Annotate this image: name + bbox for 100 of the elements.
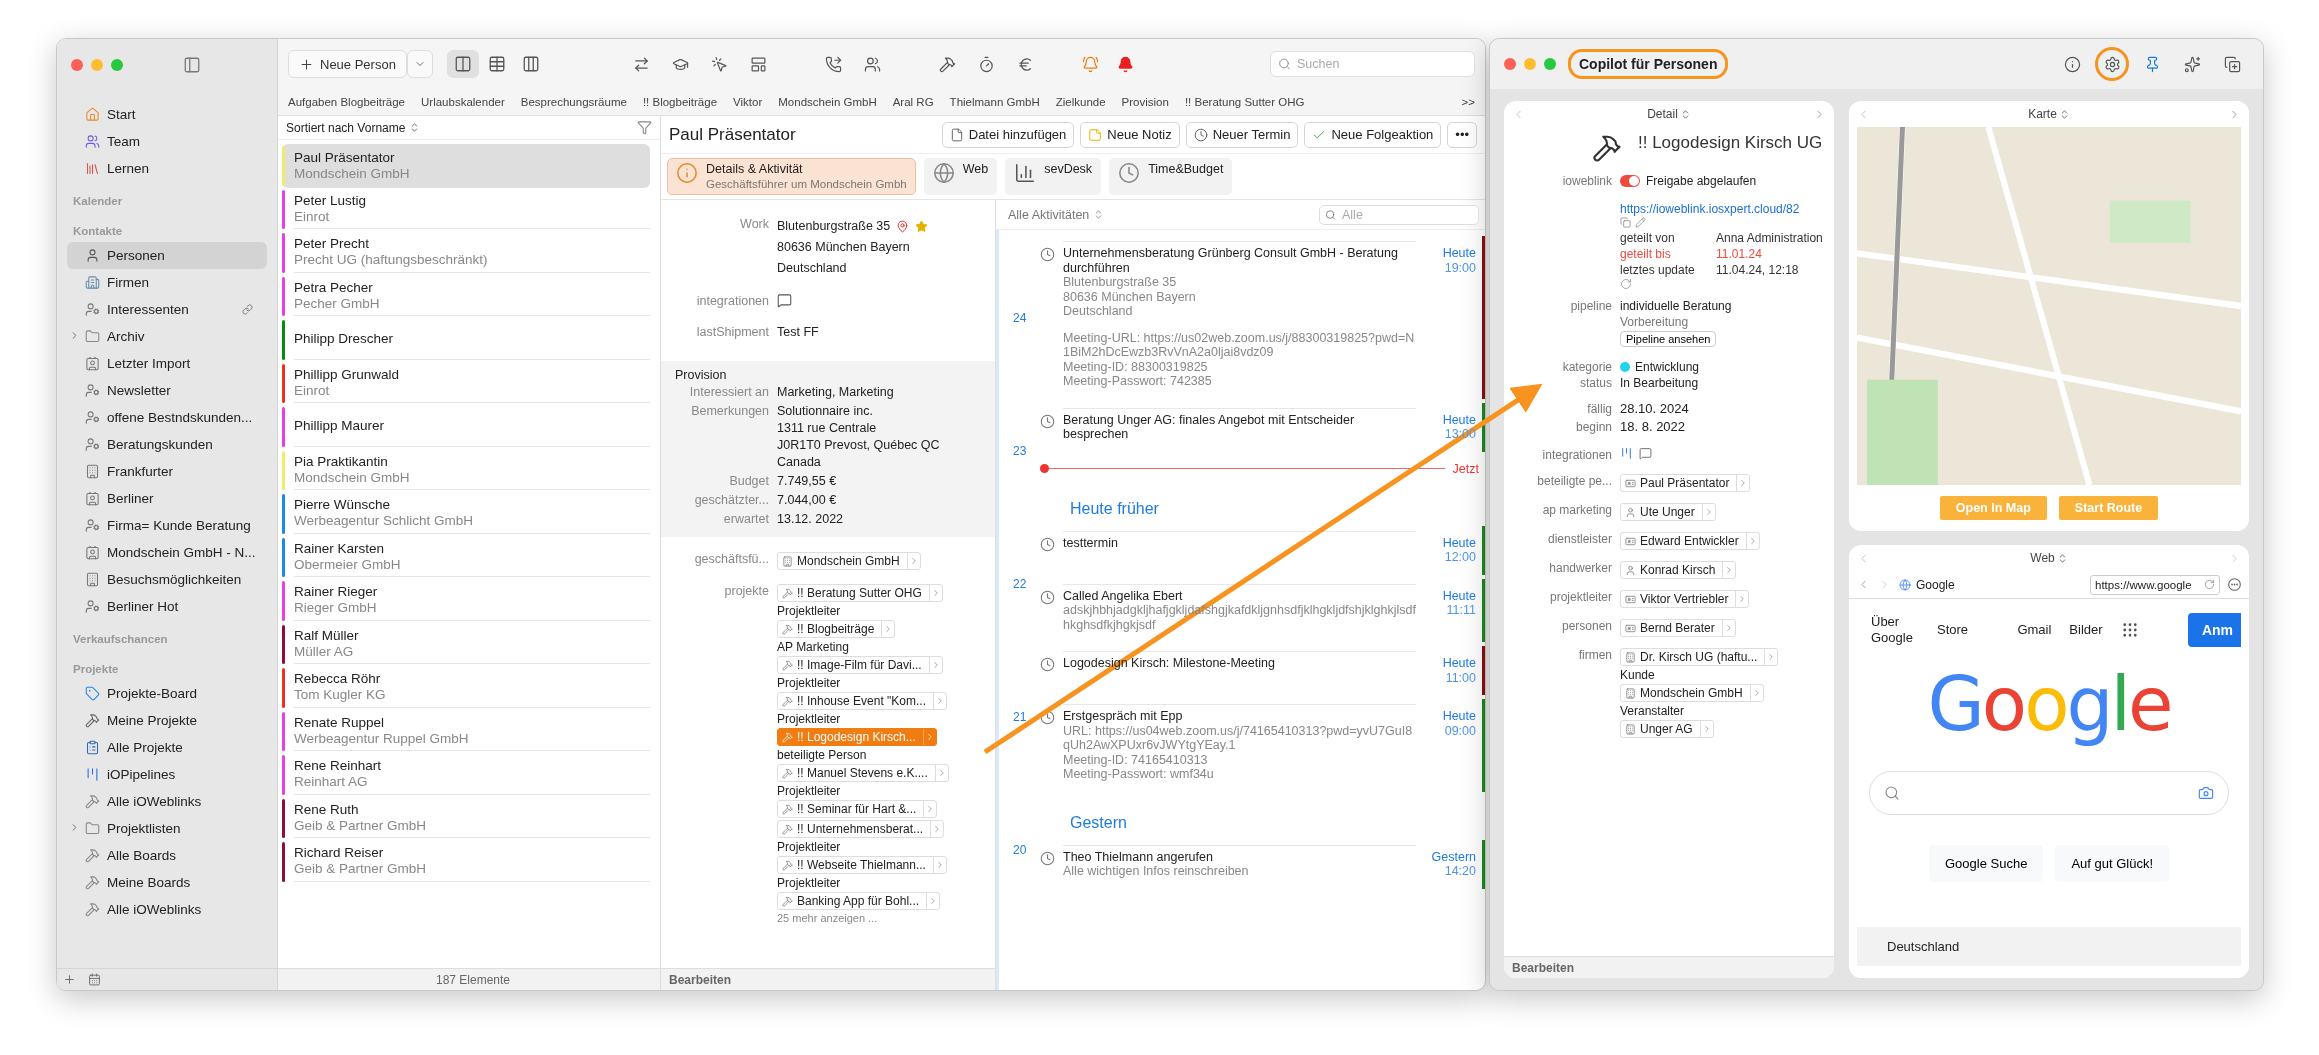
sidebar-item[interactable]: Projekte-Board [67, 680, 267, 707]
toolbar-button[interactable] [2095, 47, 2129, 81]
favorite-link[interactable]: Provision [1121, 96, 1169, 108]
more-icon[interactable] [2228, 578, 2241, 591]
link-chip[interactable]: !! Beratung Sutter OHG [777, 584, 943, 602]
sidebar-item[interactable]: Alle Boards [67, 842, 267, 869]
contact-row[interactable]: Rene Ruth Geib & Partner GmbH [282, 796, 650, 840]
sidebar-item[interactable]: Berliner Hot [67, 593, 267, 620]
activity-search-field[interactable]: Alle [1319, 204, 1479, 225]
action-button[interactable]: Neue Notiz [1080, 121, 1180, 148]
link-chip[interactable]: Mondschein GmbH [777, 552, 921, 570]
close-button[interactable] [1504, 58, 1516, 70]
sidebar-item[interactable]: Beratungskunden [67, 431, 267, 458]
toggle-switch[interactable] [1620, 175, 1640, 187]
action-button[interactable]: ••• [1447, 121, 1477, 148]
link-chip[interactable]: Mondschein GmbH [1620, 684, 1764, 702]
web-link[interactable]: Store [1937, 622, 1969, 638]
contact-row[interactable]: Petra Pecher Pecher GmbH [282, 274, 650, 318]
contact-row[interactable]: Rainer Karsten Obermeier GmbH [282, 535, 650, 579]
web-link[interactable]: Über Google [1871, 614, 1919, 646]
sidebar-item[interactable]: Start [67, 101, 267, 128]
sidebar-item[interactable]: Lernen [67, 155, 267, 182]
contact-row[interactable]: Ralf Müller Müller AG [282, 622, 650, 666]
sidebar-item[interactable]: Mondschein GmbH - N... [67, 539, 267, 566]
sidebar-item[interactable]: Frankfurter [67, 458, 267, 485]
web-button[interactable]: Google Suche [1928, 845, 2044, 882]
sidebar-item[interactable]: iOPipelines [67, 761, 267, 788]
sidebar-item[interactable]: Firmen [67, 269, 267, 296]
favorite-link[interactable]: Viktor [733, 96, 763, 108]
link-chip[interactable]: Viktor Vertriebler [1620, 590, 1750, 608]
contact-row[interactable]: Paul Präsentator Mondschein GmbH [282, 144, 650, 188]
sidebar-item[interactable]: Meine Boards [67, 869, 267, 896]
tab[interactable]: Web [923, 158, 998, 195]
link-chip[interactable]: Edward Entwickler [1620, 532, 1760, 550]
link-chip[interactable]: Unger AG [1620, 720, 1714, 738]
favorite-link[interactable]: Aufgaben Blogbeiträge [288, 96, 405, 108]
activity-item[interactable]: Theo Thielmann angerufen Alle wichtigen Infos reinschreiben Gestern 14:20 [1040, 839, 1485, 889]
favorite-link[interactable]: !! Beratung Sutter OHG [1184, 96, 1305, 108]
action-button[interactable]: Neue Folgeaktion [1304, 121, 1442, 148]
contact-row[interactable]: Rene Reinhart Reinhart AG [282, 753, 650, 797]
new-person-button[interactable]: Neue Person [288, 50, 407, 78]
view-toggle[interactable] [446, 50, 479, 78]
link-chip[interactable]: !! Image-Film für Davi... [777, 656, 943, 674]
tab[interactable]: sevDesk [1005, 158, 1102, 195]
action-button[interactable]: Neuer Termin [1185, 121, 1299, 148]
browser-tab[interactable]: Google [1916, 577, 1955, 592]
sidebar-item[interactable]: Newsletter [67, 377, 267, 404]
link-chip[interactable]: Bernd Berater [1620, 619, 1736, 637]
panel-selector[interactable]: Detail [1647, 107, 1691, 121]
link-chip[interactable]: !! Webseite Thielmann... [777, 856, 947, 874]
sort-selector[interactable]: Sortiert nach Vorname [286, 120, 421, 135]
link-chip[interactable]: !! Seminar für Hart &... [777, 800, 938, 818]
sidebar-item[interactable]: Alle iOWeblinks [67, 788, 267, 815]
sidebar-item[interactable]: Besuchsmöglichkeiten [67, 566, 267, 593]
favorite-link[interactable]: Urlaubskalender [421, 96, 505, 108]
tab[interactable]: Time&Budget [1109, 158, 1233, 195]
contact-row[interactable]: Phillipp Grunwald Einrot [282, 361, 650, 405]
sidebar-item[interactable]: Alle iOWeblinks [67, 896, 267, 923]
search-field[interactable]: Suchen [1270, 51, 1475, 77]
contact-row[interactable]: Richard Reiser Geib & Partner GmbH [282, 840, 650, 884]
sidebar-item[interactable]: Projektlisten [67, 815, 267, 842]
panel-selector[interactable]: Karte [2028, 107, 2070, 121]
edit-button[interactable]: Bearbeiten [1504, 956, 1834, 978]
link-chip[interactable]: Ute Unger [1620, 503, 1716, 521]
link-chip[interactable]: Dr. Kirsch UG (haftu... [1620, 648, 1779, 666]
overflow-button[interactable]: >> [1461, 96, 1475, 108]
favorite-link[interactable]: Thielmann GmbH [949, 96, 1040, 108]
link-chip[interactable]: !! Inhouse Event "Kom... [777, 692, 947, 710]
sidebar-item[interactable]: Letzter Import [67, 350, 267, 377]
sidebar-item[interactable]: Alle Projekte [67, 734, 267, 761]
activity-filter[interactable]: Alle Aktivitäten [1008, 207, 1105, 222]
pipeline-button[interactable]: Pipeline ansehen [1620, 331, 1717, 347]
contact-row[interactable]: Peter Lustig Einrot [282, 187, 650, 231]
activity-item[interactable]: Erstgespräch mit Epp URL: https://us04web.zoom.us/j/74165410313?pwd=yvU7GuI8qUh2AwXPUxr6vJWYtgYEay.1 Meeting-ID: 74165410313 Meeting-Passwort: wmf34u Heute 09:00 [1040, 699, 1485, 792]
favorite-link[interactable]: !! Blogbeiträge [642, 96, 718, 108]
web-link[interactable]: Bilder [2069, 622, 2103, 638]
contact-row[interactable]: Peter Precht Precht UG (haftungsbeschränkt) [282, 231, 650, 275]
web-button[interactable]: Auf gut Glück! [2055, 845, 2170, 882]
contact-row[interactable]: Renate Ruppel Werbeagentur Ruppel GmbH [282, 709, 650, 753]
tab[interactable]: Details & Aktivität Geschäftsführer um Mondschein Gmbh [667, 158, 916, 195]
sidebar-item[interactable]: Personen [67, 242, 267, 269]
link-chip[interactable]: !! Manuel Stevens e.K.... [777, 764, 949, 782]
link-chip[interactable]: !! Blogbeiträge [777, 620, 896, 638]
favorite-link[interactable]: Zielkunde [1055, 96, 1106, 108]
edit-button[interactable]: Bearbeiten [661, 968, 995, 990]
url-field[interactable]: https://www.google [2090, 574, 2220, 595]
sidebar-item[interactable]: offene Bestndskunden... [67, 404, 267, 431]
activity-item[interactable] [1040, 236, 1485, 399]
favorite-link[interactable]: Aral RG [892, 96, 934, 108]
contact-row[interactable]: Pia Praktikantin Mondschein GmbH [282, 448, 650, 492]
link-chip[interactable]: Paul Präsentator [1620, 474, 1751, 492]
contact-row[interactable]: Rebecca Röhr Tom Kugler KG [282, 666, 650, 710]
contact-row[interactable]: Philipp Drescher [282, 318, 650, 362]
action-button[interactable]: Datei hinzufügen [941, 121, 1075, 148]
sidebar-item[interactable]: Meine Projekte [67, 707, 267, 734]
favorite-link[interactable]: Mondschein GmbH [778, 96, 877, 108]
show-more-link[interactable]: 25 mehr anzeigen ... [777, 911, 995, 926]
activity-item[interactable]: testtermin Heute 12:00 [1040, 525, 1485, 575]
weblink-url[interactable]: https://ioweblink.iosxpert.cloud/82 [1620, 201, 1834, 217]
sidebar-item[interactable]: Archiv [67, 323, 267, 350]
